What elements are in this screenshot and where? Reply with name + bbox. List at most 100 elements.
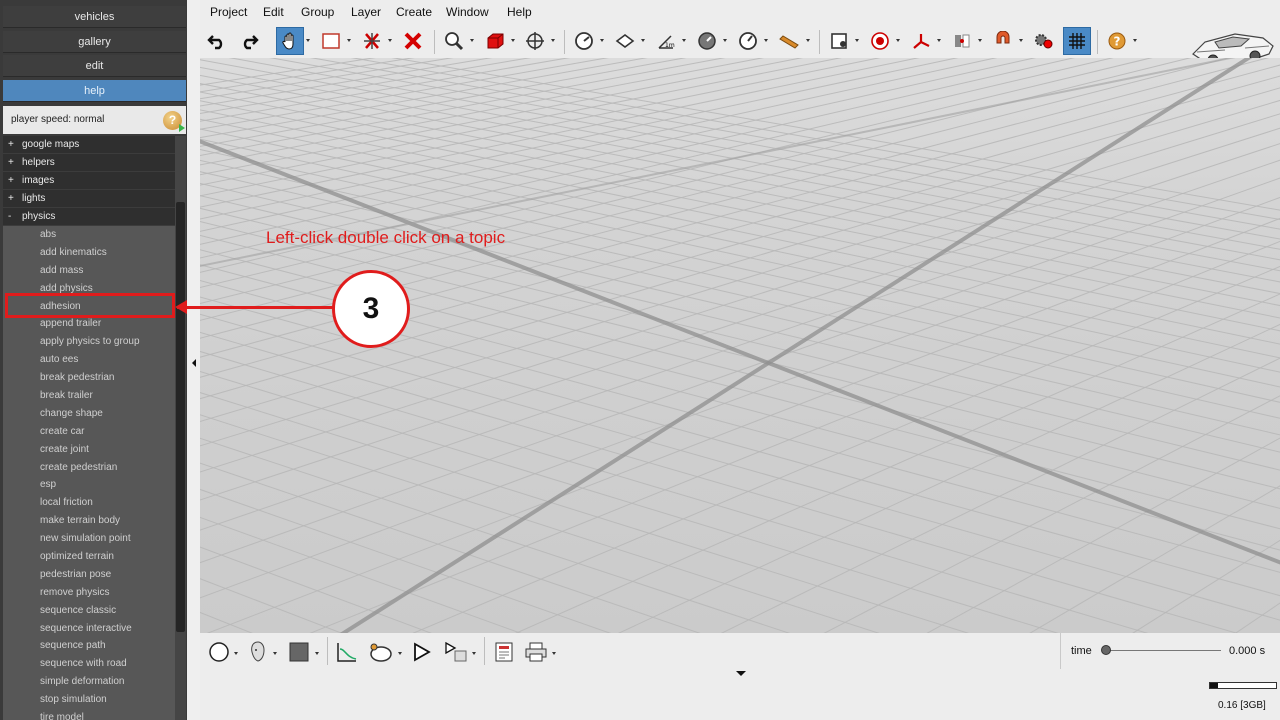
tree-topic-add-kinematics[interactable]: add kinematics — [3, 243, 175, 262]
nav-gallery-button[interactable]: gallery — [3, 31, 186, 53]
axis-icon[interactable] — [907, 27, 935, 55]
tree-topic-change-shape[interactable]: change shape — [3, 404, 175, 423]
tree-topic-append-trailer[interactable]: append trailer — [3, 315, 175, 334]
help-icon[interactable]: ? — [1103, 27, 1131, 55]
tree-category-google-maps[interactable]: + google maps — [3, 136, 175, 154]
tree-topic-sequence-interactive[interactable]: sequence interactive — [3, 619, 175, 638]
select-rectangle-icon[interactable] — [317, 27, 345, 55]
hand-icon[interactable] — [276, 27, 304, 55]
player-speed-help-icon[interactable]: ? — [163, 111, 185, 132]
tree-topic-stop-simulation[interactable]: stop simulation — [3, 691, 175, 710]
measure-icon[interactable] — [570, 27, 598, 55]
tree-topic-tire-model[interactable]: tire model — [3, 709, 175, 720]
tree-topic-sequence-with-road[interactable]: sequence with road — [3, 655, 175, 674]
grid-icon[interactable] — [1063, 27, 1091, 55]
tree-topic-pedestrian-pose[interactable]: pedestrian pose — [3, 565, 175, 584]
menu-project[interactable]: Project — [210, 5, 247, 19]
memory-usage-label: 0.16 [3GB] — [1218, 700, 1266, 711]
distance-icon[interactable]: 1m — [652, 27, 680, 55]
tree-topic-create-pedestrian[interactable]: create pedestrian — [3, 458, 175, 477]
tree-category-lights[interactable]: + lights — [3, 190, 175, 208]
bottom-bar: time 0.000 s 0.16 [3GB] — [200, 633, 1280, 720]
3d-viewport[interactable]: Left-click double click on a topic 3 — [200, 58, 1280, 633]
category-label: lights — [22, 193, 46, 204]
tree-topic-make-terrain-body[interactable]: make terrain body — [3, 512, 175, 531]
time-slider-knob[interactable] — [1101, 645, 1111, 655]
mirror-icon[interactable] — [948, 27, 976, 55]
color-swatch-icon[interactable] — [286, 637, 312, 667]
expand-bottom-panel-arrow-icon[interactable] — [736, 671, 746, 676]
redo-icon[interactable] — [235, 27, 263, 55]
box-icon[interactable] — [481, 27, 509, 55]
move-icon[interactable] — [358, 27, 386, 55]
tree-topic-local-friction[interactable]: local friction — [3, 494, 175, 513]
tree-topic-sequence-path[interactable]: sequence path — [3, 637, 175, 656]
tree-topic-apply-physics-to-group[interactable]: apply physics to group — [3, 333, 175, 352]
menu-window[interactable]: Window — [446, 5, 489, 19]
gauge-icon[interactable] — [693, 27, 721, 55]
dial-icon[interactable] — [734, 27, 762, 55]
collapse-icon[interactable]: - — [8, 208, 22, 226]
nav-vehicles-button[interactable]: vehicles — [3, 6, 186, 28]
frame-icon[interactable] — [825, 27, 853, 55]
pan-icon[interactable] — [521, 27, 549, 55]
zoom-icon[interactable] — [440, 27, 468, 55]
tree-topic-create-car[interactable]: create car — [3, 422, 175, 441]
tree-topic-abs[interactable]: abs — [3, 226, 175, 244]
curve-graph-icon[interactable] — [334, 637, 360, 667]
expand-icon[interactable]: + — [8, 172, 22, 190]
tree-category-helpers[interactable]: + helpers — [3, 154, 175, 172]
category-label: google maps — [22, 139, 80, 150]
tree-topic-sequence-classic[interactable]: sequence classic — [3, 601, 175, 620]
menu-layer[interactable]: Layer — [351, 5, 381, 19]
menu-help[interactable]: Help — [507, 5, 532, 19]
left-panel: vehicles gallery edit help player speed:… — [0, 0, 187, 720]
menu-create[interactable]: Create — [396, 5, 432, 19]
tree-topic-break-pedestrian[interactable]: break pedestrian — [3, 369, 175, 388]
tree-topic-create-joint[interactable]: create joint — [3, 440, 175, 459]
menu-group[interactable]: Group — [301, 5, 334, 19]
time-slider-track[interactable] — [1106, 650, 1221, 651]
expand-icon[interactable]: + — [8, 136, 22, 154]
nav-edit-button[interactable]: edit — [3, 55, 186, 77]
nav-help-button[interactable]: help — [3, 80, 186, 102]
collapse-panel-arrow-icon[interactable] — [192, 359, 196, 367]
plane-icon[interactable] — [611, 27, 639, 55]
play-icon[interactable] — [408, 637, 434, 667]
category-label: physics — [22, 211, 56, 222]
tree-topic-remove-physics[interactable]: remove physics — [3, 583, 175, 602]
time-label: time — [1071, 645, 1092, 657]
report-icon[interactable] — [491, 637, 517, 667]
tree-category-physics[interactable]: - physics — [3, 208, 175, 226]
tree-topic-new-simulation-point[interactable]: new simulation point — [3, 530, 175, 549]
player-speed-bar: player speed: normal ? — [3, 106, 186, 134]
menu-bar: Project Edit Group Layer Create Window H… — [200, 0, 1280, 24]
print-icon[interactable] — [523, 637, 549, 667]
expand-icon[interactable]: + — [8, 154, 22, 172]
tree-topic-add-mass[interactable]: add mass — [3, 261, 175, 280]
tree-scrollbar[interactable] — [175, 136, 186, 720]
tree-topic-break-trailer[interactable]: break trailer — [3, 387, 175, 405]
expand-icon[interactable]: + — [8, 190, 22, 208]
tree-category-images[interactable]: + images — [3, 172, 175, 190]
tree-topic-optimized-terrain[interactable]: optimized terrain — [3, 548, 175, 566]
tree-topic-simple-deformation[interactable]: simple deformation — [3, 673, 175, 692]
settings-icon[interactable] — [1030, 27, 1058, 55]
ruler-icon[interactable] — [775, 27, 803, 55]
tree-topic-auto-ees[interactable]: auto ees — [3, 351, 175, 370]
camera-icon[interactable] — [366, 637, 396, 667]
menu-edit[interactable]: Edit — [263, 5, 284, 19]
circle-shape-icon[interactable] — [206, 637, 232, 667]
main-toolbar: 1m ? — [200, 24, 1280, 66]
help-topic-tree: + google maps + helpers + images + lights -p… — [3, 136, 175, 720]
memory-usage-fill — [1210, 683, 1218, 688]
magnet-icon[interactable] — [989, 27, 1017, 55]
target-icon[interactable] — [866, 27, 894, 55]
head-icon[interactable] — [245, 637, 271, 667]
tree-scrollbar-thumb[interactable] — [176, 202, 185, 632]
undo-icon[interactable] — [203, 27, 231, 55]
annotation-arrow-head-icon — [175, 300, 187, 314]
play-sequence-icon[interactable] — [442, 637, 470, 667]
tree-topic-esp[interactable]: esp — [3, 476, 175, 495]
delete-icon[interactable] — [399, 27, 427, 55]
